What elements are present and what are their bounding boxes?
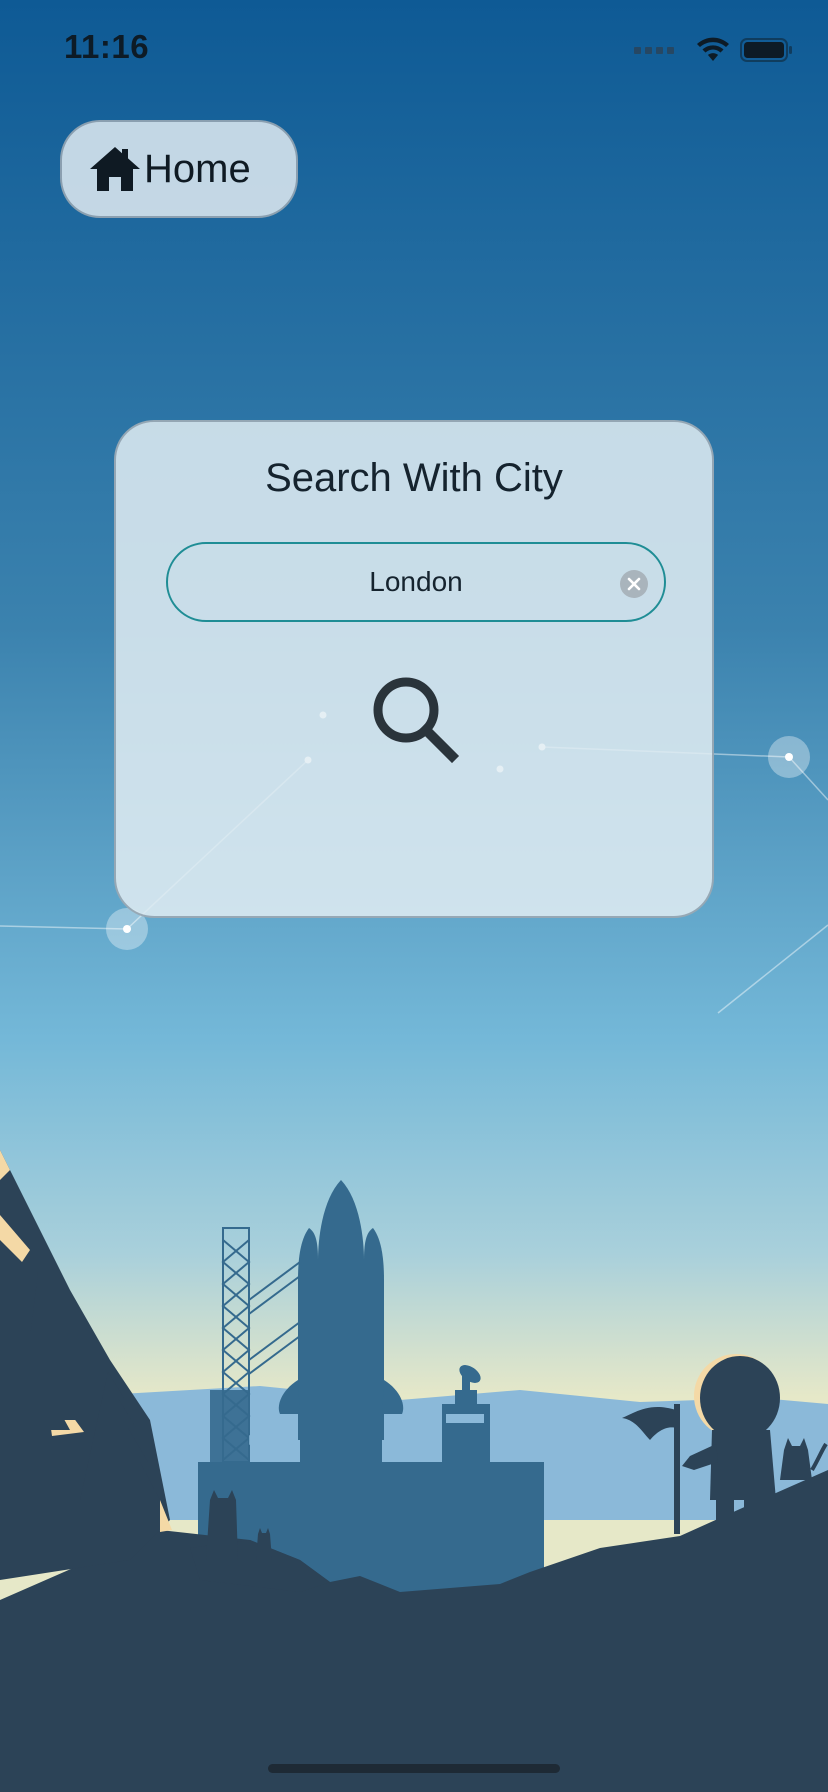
search-card-title: Search With City [265, 456, 563, 500]
home-button-label: Home [144, 146, 251, 191]
home-indicator[interactable] [268, 1764, 560, 1773]
clear-icon[interactable] [620, 570, 648, 598]
wifi-icon [697, 37, 729, 61]
clear-x-glyph [627, 577, 641, 591]
search-button[interactable] [368, 674, 464, 770]
signal-icon [634, 46, 674, 54]
home-button[interactable]: Home [60, 120, 298, 218]
city-search-input[interactable] [226, 566, 606, 598]
house-icon [90, 147, 140, 191]
magnifier-icon [373, 677, 460, 764]
city-search-field[interactable] [166, 542, 666, 622]
status-icons [634, 32, 794, 68]
status-time: 11:16 [64, 28, 150, 65]
battery-icon [740, 38, 792, 62]
search-card: Search With City [114, 420, 714, 918]
